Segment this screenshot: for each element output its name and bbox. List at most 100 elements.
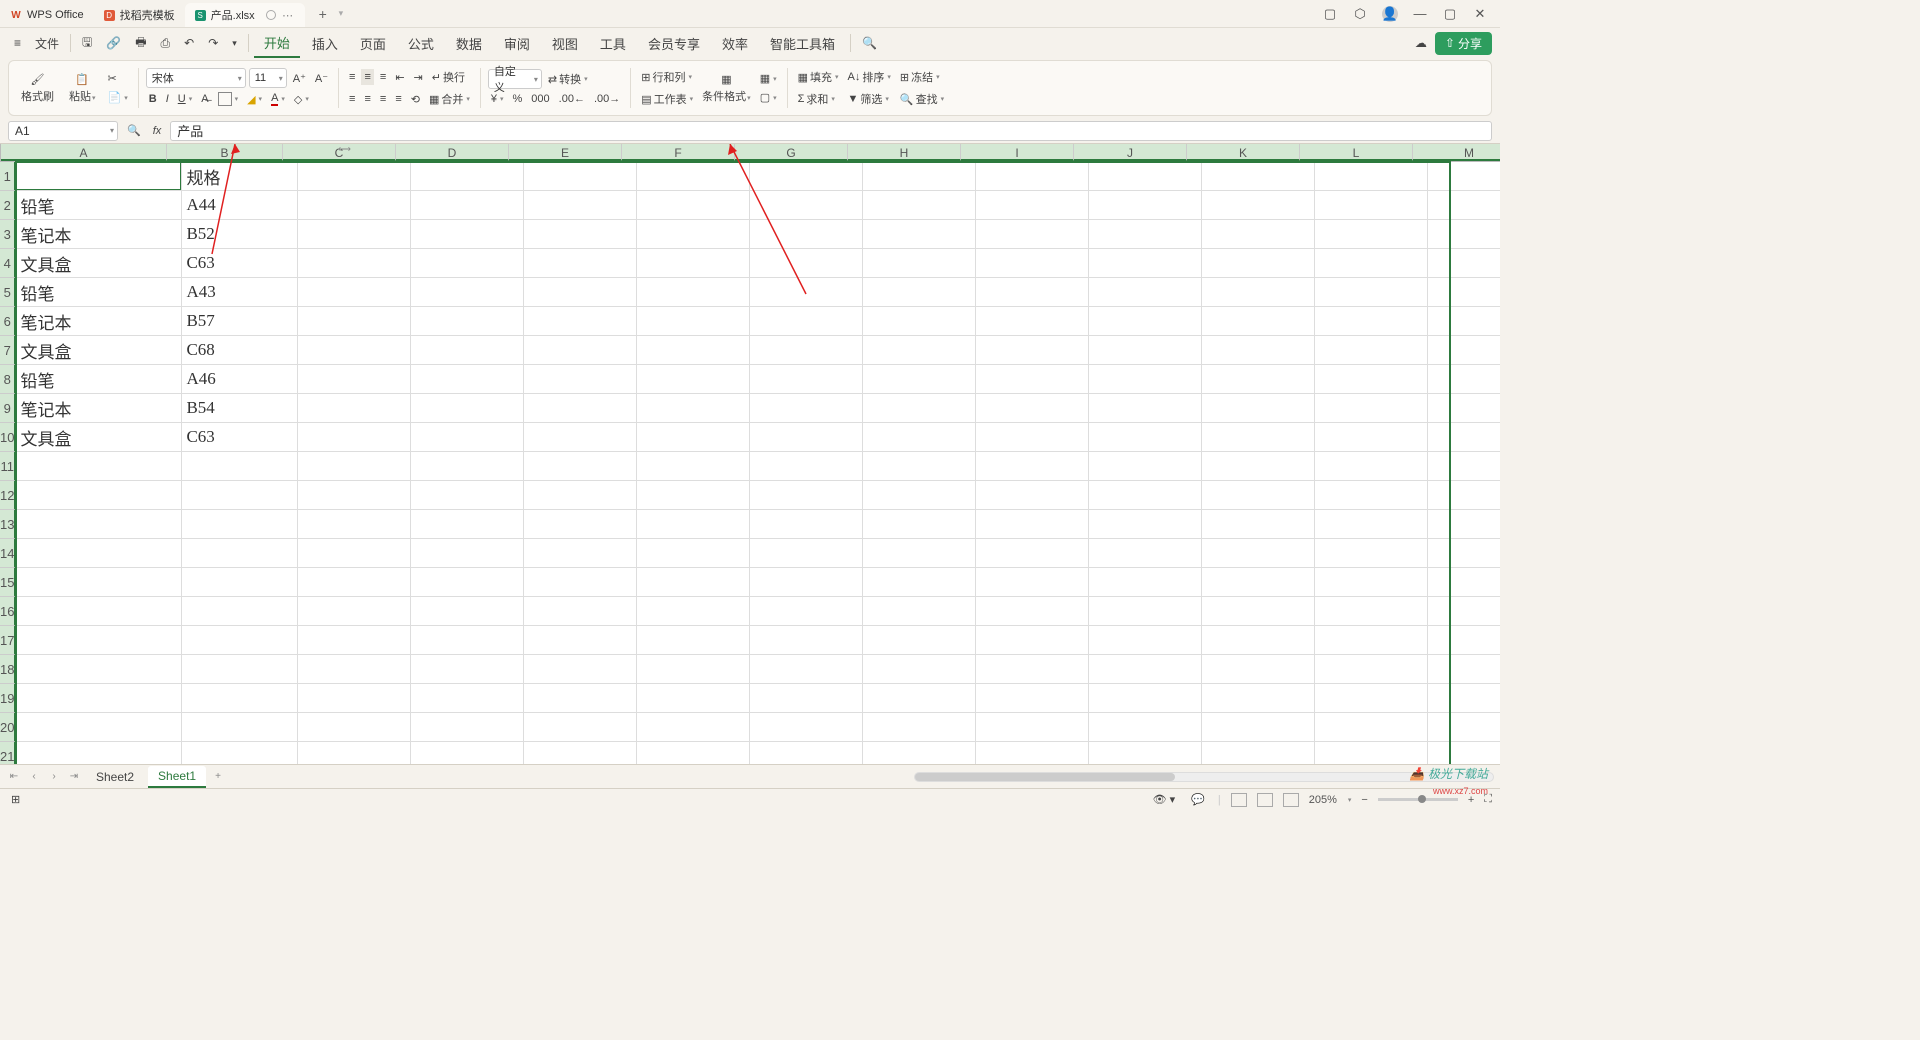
cell[interactable] xyxy=(411,307,524,336)
panel-icon[interactable]: ▢ xyxy=(1322,6,1338,22)
cell[interactable] xyxy=(1428,278,1500,307)
cell[interactable] xyxy=(524,597,637,626)
inc-decimal-icon[interactable]: .00← xyxy=(556,91,588,107)
cell[interactable] xyxy=(411,655,524,684)
cell[interactable] xyxy=(750,539,863,568)
cell[interactable] xyxy=(1315,220,1428,249)
cell[interactable]: B52 xyxy=(182,220,298,249)
cell[interactable] xyxy=(750,249,863,278)
row-header[interactable]: 20 xyxy=(0,713,16,742)
row-header[interactable]: 18 xyxy=(0,655,16,684)
cell[interactable] xyxy=(1089,162,1202,191)
align-top-icon[interactable]: ≡ xyxy=(346,69,358,85)
cell[interactable] xyxy=(750,626,863,655)
sheet-tab-active[interactable]: Sheet1 xyxy=(148,766,206,788)
cell[interactable] xyxy=(637,336,750,365)
fill-button[interactable]: ▦ 填充▾ xyxy=(795,67,842,87)
cell[interactable] xyxy=(16,655,182,684)
menu-tab-tools[interactable]: 工具 xyxy=(590,30,636,57)
doc-tab-file[interactable]: S 产品.xlsx ⋯ xyxy=(185,3,305,27)
comment-icon[interactable]: 💬 xyxy=(1188,791,1208,808)
cell[interactable] xyxy=(976,336,1089,365)
cell[interactable] xyxy=(1202,220,1315,249)
cut-icon[interactable]: ✂ xyxy=(105,70,131,87)
cell[interactable] xyxy=(1089,481,1202,510)
cell[interactable] xyxy=(750,307,863,336)
zoom-out-icon[interactable]: − xyxy=(1361,794,1367,806)
cell[interactable] xyxy=(976,742,1089,764)
menu-tab-formula[interactable]: 公式 xyxy=(398,30,444,57)
cell[interactable] xyxy=(976,626,1089,655)
cell[interactable] xyxy=(1089,568,1202,597)
menu-tab-smart[interactable]: 智能工具箱 xyxy=(760,30,845,57)
cell[interactable] xyxy=(1315,655,1428,684)
cell[interactable] xyxy=(863,713,976,742)
redo-icon[interactable]: ↷ xyxy=(202,33,224,53)
cell[interactable] xyxy=(1089,249,1202,278)
cell[interactable] xyxy=(637,568,750,597)
menu-tab-efficiency[interactable]: 效率 xyxy=(712,30,758,57)
cell[interactable] xyxy=(1315,510,1428,539)
cloud-icon[interactable]: ☁ xyxy=(1409,33,1433,53)
cell[interactable] xyxy=(182,626,298,655)
row-header[interactable]: 11 xyxy=(0,452,16,481)
cell[interactable] xyxy=(1315,336,1428,365)
cell[interactable] xyxy=(524,307,637,336)
cell[interactable] xyxy=(1202,307,1315,336)
menu-tab-member[interactable]: 会员专享 xyxy=(638,30,710,57)
cell[interactable] xyxy=(298,162,411,191)
zoom-slider[interactable] xyxy=(1378,798,1458,801)
cell[interactable] xyxy=(1089,539,1202,568)
row-header[interactable]: 10 xyxy=(0,423,16,452)
cell[interactable] xyxy=(411,336,524,365)
horizontal-scrollbar[interactable] xyxy=(914,772,1494,782)
align-left-icon[interactable]: ≡ xyxy=(346,91,358,107)
cell[interactable]: 铅笔 xyxy=(16,191,182,220)
sheet-first-icon[interactable]: ⇤ xyxy=(6,771,22,782)
cell[interactable] xyxy=(1428,481,1500,510)
cell[interactable] xyxy=(411,539,524,568)
cell[interactable] xyxy=(976,278,1089,307)
cell[interactable] xyxy=(1089,365,1202,394)
row-header[interactable]: 1 xyxy=(0,162,16,191)
row-header[interactable]: 12 xyxy=(0,481,16,510)
cell[interactable] xyxy=(298,510,411,539)
cell[interactable] xyxy=(863,655,976,684)
select-all-corner[interactable] xyxy=(0,144,1,162)
cell[interactable] xyxy=(1202,249,1315,278)
row-header[interactable]: 3 xyxy=(0,220,16,249)
cell[interactable] xyxy=(1315,684,1428,713)
cell[interactable]: 笔记本 xyxy=(16,220,182,249)
cell[interactable] xyxy=(637,394,750,423)
cell[interactable] xyxy=(637,713,750,742)
search-icon[interactable]: 🔍 xyxy=(856,33,883,53)
cell[interactable] xyxy=(524,481,637,510)
cell[interactable]: C63 xyxy=(182,423,298,452)
wrap-button[interactable]: ↵ 换行 xyxy=(429,67,468,87)
row-header[interactable]: 21 xyxy=(0,742,16,764)
cell[interactable] xyxy=(1202,423,1315,452)
cell[interactable] xyxy=(1428,220,1500,249)
cell[interactable] xyxy=(182,655,298,684)
cell[interactable] xyxy=(1089,423,1202,452)
cell[interactable] xyxy=(976,481,1089,510)
cell[interactable] xyxy=(298,278,411,307)
cell[interactable] xyxy=(524,539,637,568)
cell[interactable] xyxy=(637,539,750,568)
cell[interactable] xyxy=(750,568,863,597)
cell[interactable] xyxy=(524,452,637,481)
cell[interactable] xyxy=(1202,568,1315,597)
strikethrough-icon[interactable]: A̶ xyxy=(198,91,211,107)
undo-icon[interactable]: ↶ xyxy=(178,33,200,53)
cell[interactable] xyxy=(976,423,1089,452)
cube-icon[interactable]: ⬡ xyxy=(1352,6,1368,22)
cell[interactable] xyxy=(637,220,750,249)
cell[interactable] xyxy=(1089,510,1202,539)
tab-menu-icon[interactable]: ⋯ xyxy=(281,9,295,22)
cell[interactable] xyxy=(750,597,863,626)
cell[interactable] xyxy=(1315,365,1428,394)
cell[interactable]: C63 xyxy=(182,249,298,278)
cell[interactable] xyxy=(1428,510,1500,539)
cell[interactable] xyxy=(411,365,524,394)
cell[interactable] xyxy=(411,510,524,539)
